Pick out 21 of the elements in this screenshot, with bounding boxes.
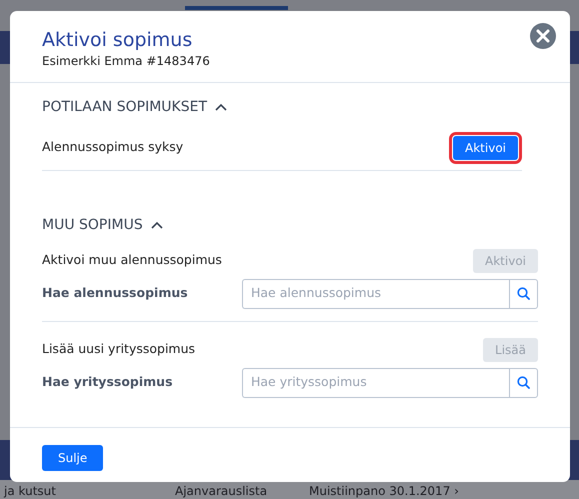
chevron-icon[interactable] xyxy=(150,221,163,230)
row-label: Lisää uusi yrityssopimus xyxy=(42,340,196,358)
field-label: Hae alennussopimus xyxy=(42,284,188,302)
activate-button[interactable]: Aktivoi xyxy=(453,136,518,160)
search-field[interactable]: Hae yrityssopimus xyxy=(242,368,509,398)
section-heading[interactable]: POTILAAN SOPIMUKSET xyxy=(42,96,207,118)
row-label: Alennussopimus syksy xyxy=(42,138,184,156)
field-label: Hae yrityssopimus xyxy=(42,373,173,392)
background-text: Ajanvarauslista xyxy=(174,483,268,499)
section-heading[interactable]: MUU SOPIMUS xyxy=(42,214,143,236)
background-text: Muistiinpano 30.1.2017 › xyxy=(308,483,460,499)
row-label: Aktivoi muu alennussopimus xyxy=(42,251,222,270)
search-icon[interactable] xyxy=(509,278,538,309)
search-field[interactable]: Hae alennussopimus xyxy=(242,278,509,309)
patient-name: Esimerkki Emma #1483476 xyxy=(42,52,211,70)
close-button[interactable]: Sulje xyxy=(42,445,104,471)
chevron-icon[interactable] xyxy=(215,103,227,112)
background-text: ja kutsut xyxy=(2,483,57,499)
modal-title: Aktivoi sopimus xyxy=(42,29,194,52)
search-icon[interactable] xyxy=(509,368,538,398)
close-icon[interactable] xyxy=(530,23,556,49)
